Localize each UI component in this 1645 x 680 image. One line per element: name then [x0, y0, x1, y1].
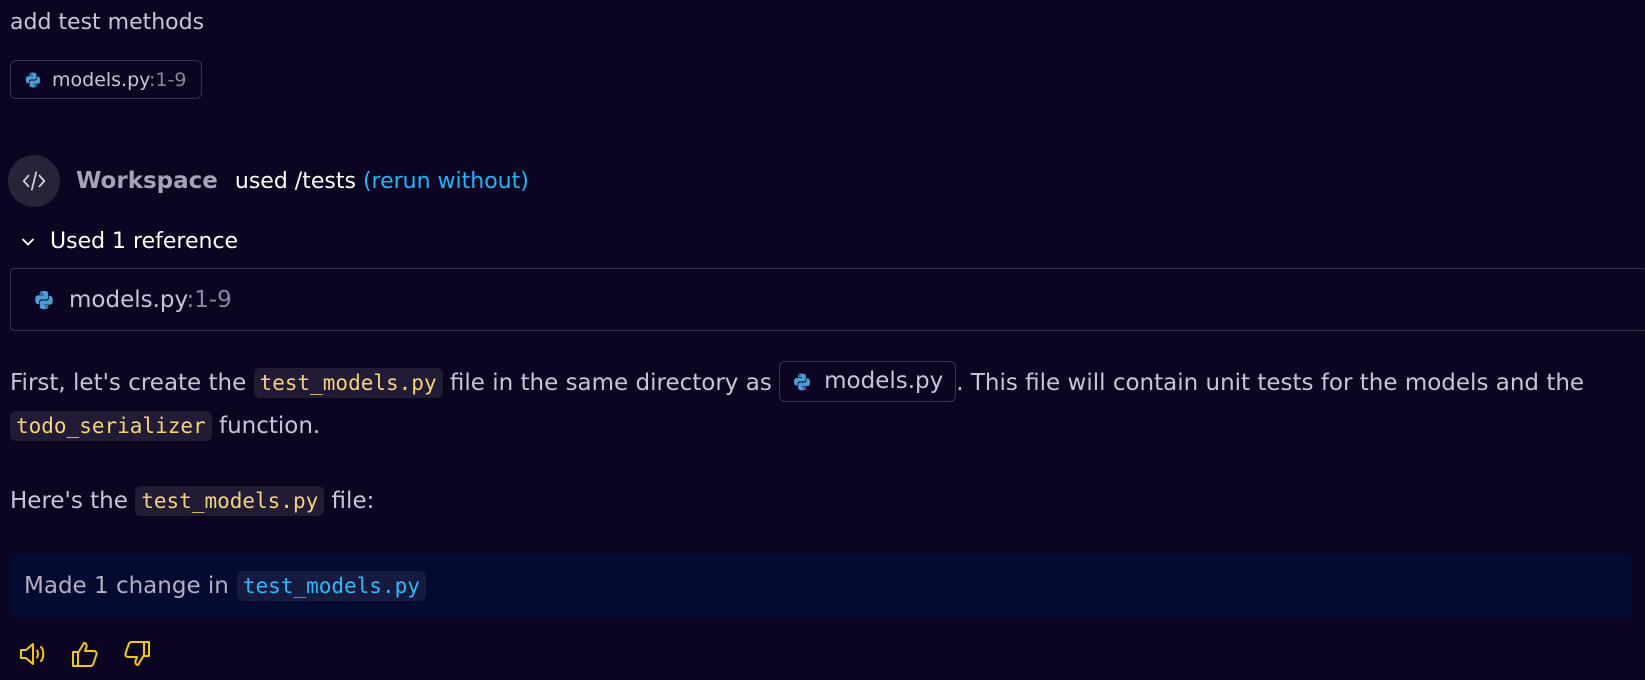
chat-panel: add test methods models.py:1-9 Workspace…	[0, 0, 1645, 680]
inline-code: todo_serializer	[10, 411, 212, 441]
user-request: add test methods	[10, 10, 205, 35]
thumbs-down-icon	[124, 641, 150, 666]
attachment-filename: models.py	[52, 68, 150, 91]
references-toggle[interactable]: Used 1 reference	[20, 229, 238, 254]
response-paragraph-1: First, let's create the test_models.py f…	[10, 361, 1640, 448]
references-toggle-label: Used 1 reference	[50, 229, 239, 254]
change-summary-text: Made 1 change in	[24, 572, 229, 599]
python-icon	[35, 290, 53, 309]
helpful-button[interactable]	[68, 637, 102, 671]
response-actions	[16, 637, 154, 671]
reference-range: :1-9	[186, 286, 232, 313]
unhelpful-button[interactable]	[120, 637, 154, 671]
file-reference-chip[interactable]: models.py	[779, 361, 957, 402]
response-paragraph-2: Here's the test_models.py file:	[10, 486, 375, 516]
code-icon	[22, 171, 46, 191]
read-aloud-button[interactable]	[16, 637, 50, 671]
chevron-down-icon	[22, 238, 34, 245]
agent-avatar	[8, 155, 60, 207]
python-icon	[25, 72, 41, 87]
reference-filename: models.py	[69, 286, 187, 313]
python-icon	[794, 373, 811, 390]
reference-item[interactable]: models.py:1-9	[10, 268, 1645, 331]
thumbs-up-icon	[72, 642, 98, 667]
request-attachment-chip[interactable]: models.py:1-9	[10, 60, 202, 99]
agent-header: Workspace used /tests (rerun without)	[8, 155, 529, 207]
attachment-range: :1-9	[149, 68, 187, 91]
change-summary: Made 1 change in test_models.py	[10, 553, 1632, 618]
used-command: used /tests	[234, 168, 356, 194]
inline-code: test_models.py	[135, 486, 325, 516]
changed-file-link[interactable]: test_models.py	[236, 570, 426, 601]
file-chip-label: models.py	[824, 368, 944, 394]
inline-code: test_models.py	[253, 368, 443, 398]
speaker-icon	[20, 643, 45, 665]
agent-name: Workspace	[76, 168, 218, 194]
rerun-without-link[interactable]: (rerun without)	[363, 169, 529, 194]
